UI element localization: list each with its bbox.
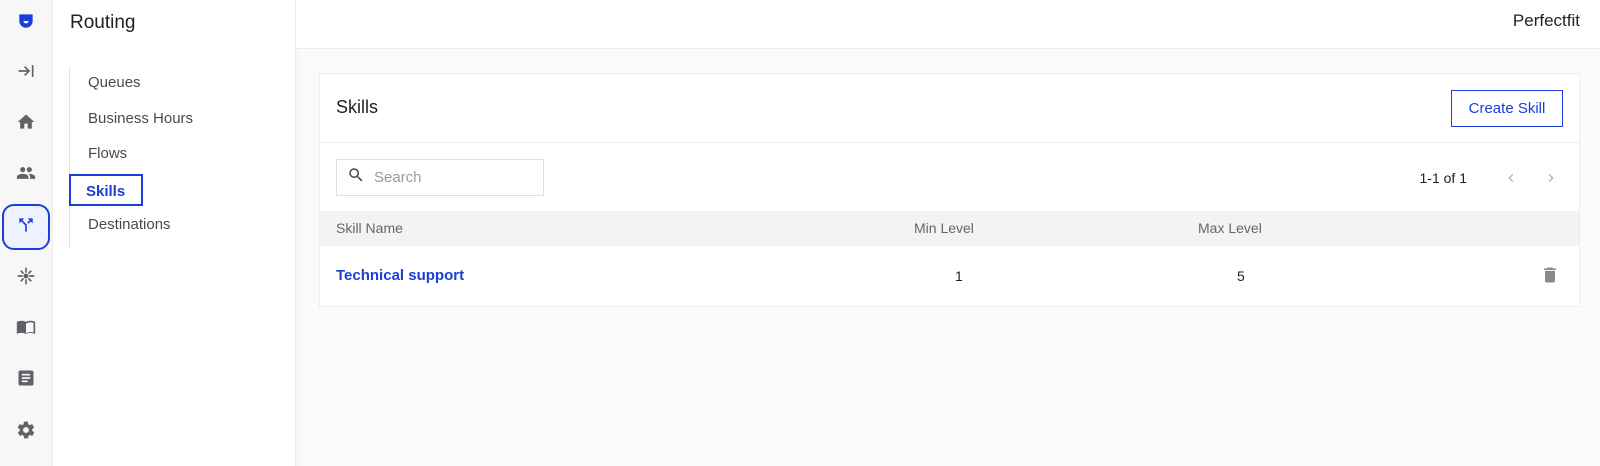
next-page-button[interactable] [1539,166,1563,190]
pagination-range: 1-1 of 1 [1419,170,1467,186]
subnav-list: Queues Business Hours Flows Skills Desti… [69,66,269,248]
organization-name[interactable]: Perfectfit [1513,11,1580,31]
column-header-skill-name[interactable]: Skill Name [336,211,403,246]
column-header-max-level[interactable]: Max Level [1198,211,1262,246]
chevron-left-icon [1508,174,1514,182]
nav-routing[interactable] [2,204,50,250]
reports-icon [16,368,36,393]
page-title: Skills [336,97,379,117]
home-icon [16,112,36,137]
search-input[interactable] [374,169,524,186]
create-skill-button[interactable]: Create Skill [1451,90,1563,127]
subnav-title: Routing [70,12,136,33]
knowledge-book-icon [16,317,36,342]
nav-knowledge[interactable] [2,306,50,352]
subnav-item-business-hours[interactable]: Business Hours [71,103,193,135]
card-divider [320,142,1579,143]
nav-home[interactable] [2,101,50,147]
skill-min-level: 1 [955,268,963,284]
delete-skill-button[interactable] [1539,264,1561,286]
users-icon [16,163,36,188]
subnav-item-flows[interactable]: Flows [71,138,127,170]
top-bar: Perfectfit [296,0,1600,49]
routing-subnav: Routing Queues Business Hours Flows Skil… [53,0,296,466]
nav-users[interactable] [2,152,50,198]
pagination: 1-1 of 1 [1420,162,1563,194]
routing-icon [16,215,36,240]
nav-integrations[interactable] [2,255,50,301]
skill-name-link[interactable]: Technical support [336,246,464,306]
column-header-min-level[interactable]: Min Level [914,211,974,246]
skills-card: Skills Create Skill 1-1 of 1 Skill Name … [319,73,1580,307]
subnav-item-queues[interactable]: Queues [71,67,141,99]
primary-nav-rail [0,0,53,466]
expand-nav-button[interactable] [2,50,50,96]
settings-icon [16,420,36,445]
app-logo[interactable] [2,0,50,46]
search-icon [337,166,365,189]
skill-max-level: 5 [1237,268,1245,284]
table-row: Technical support 1 5 [320,246,1579,306]
nav-reports[interactable] [2,357,50,403]
table-header: Skill Name Min Level Max Level [320,211,1579,246]
previous-page-button[interactable] [1499,166,1523,190]
subnav-item-destinations[interactable]: Destinations [71,209,171,241]
logo-icon [16,11,36,36]
expand-collapse-icon [16,61,36,86]
integrations-icon [16,266,36,291]
trash-icon [1544,267,1556,283]
chevron-right-icon [1548,174,1554,182]
subnav-item-skills[interactable]: Skills [69,174,143,206]
search-box [336,159,544,196]
nav-settings[interactable] [2,409,50,455]
